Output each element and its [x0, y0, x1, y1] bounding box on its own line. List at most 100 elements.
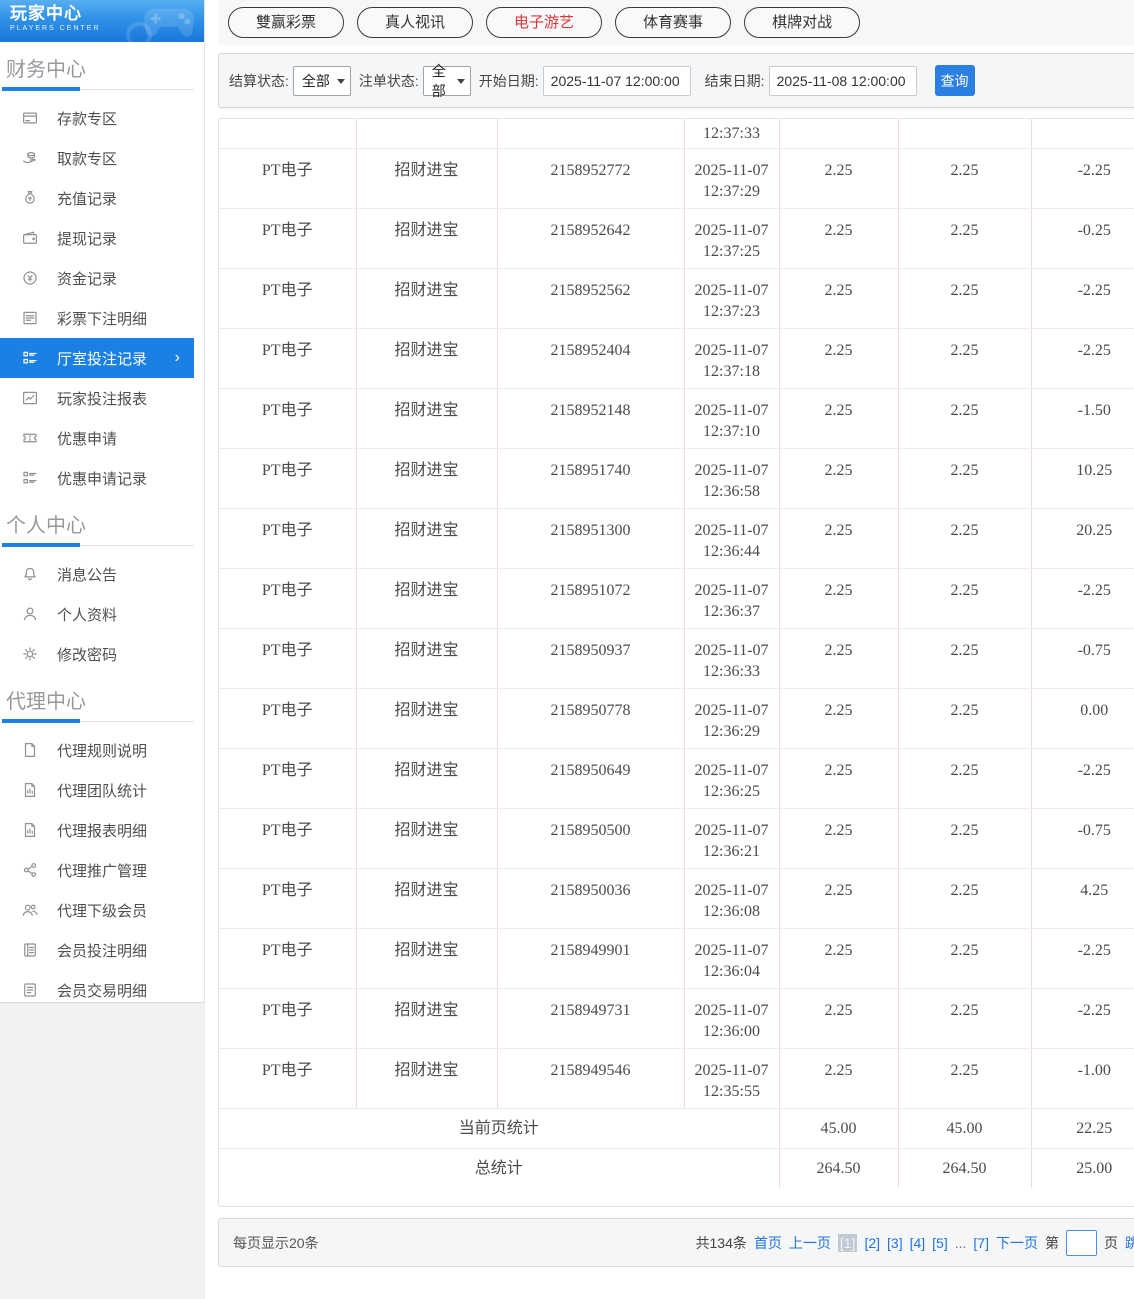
valid-bet-cell: 2.25: [898, 868, 1032, 929]
jump-prefix-label: 第: [1045, 1234, 1059, 1251]
doc-list2-icon: [21, 981, 41, 999]
sidebar-item-label: 资金记录: [57, 270, 118, 288]
sidebar-item-lottery-bet-details[interactable]: 彩票下注明细: [0, 298, 194, 338]
first-page-link[interactable]: 首页: [754, 1233, 782, 1253]
sidebar-item-funds-records[interactable]: 资金记录: [0, 258, 194, 298]
tab-live-casino[interactable]: 真人视讯: [357, 7, 474, 38]
game-name-cell: 招财进宝: [356, 568, 498, 629]
sidebar-item-label: 代理规则说明: [57, 742, 148, 760]
sidebar: 玩家中心 PLAYERS CENTER 财务中心 存款专区 取款专区 充值记录 提现记录…: [0, 0, 205, 1299]
sidebar-item-hall-bet-records[interactable]: 厅室投注记录 ›: [0, 338, 194, 378]
tab-electronic-games[interactable]: 电子游艺: [486, 7, 603, 38]
bet-time: 12:35:55: [703, 1082, 760, 1100]
game-type-cell: PT电子: [219, 748, 357, 809]
report-chart-icon: [21, 781, 41, 799]
chevron-down-icon: [336, 78, 345, 84]
sidebar-item-profile[interactable]: 个人资料: [0, 594, 194, 634]
sidebar-section: 财务中心 存款专区 取款专区 充值记录 提现记录 资金记录 彩票下注明细 厅室投注记录 › 玩家投…: [0, 56, 204, 498]
sidebar-item-promo-application[interactable]: 优惠申请: [0, 418, 194, 458]
bet-time-cell: 2025-11-07 12:37:18: [684, 328, 780, 389]
game-name-cell: 招财进宝: [356, 808, 498, 869]
order-no-cell: 2158949901: [497, 928, 685, 989]
sidebar-item-agent-team-stats[interactable]: 代理团队统计: [0, 770, 194, 810]
section-title: 代理中心: [6, 691, 86, 713]
bet-time-cell: 2025-11-07 12:37:29: [684, 148, 780, 209]
sidebar-item-withdrawal-records[interactable]: 提现记录: [0, 218, 194, 258]
page-link-4[interactable]: [4]: [910, 1235, 926, 1251]
sidebar-item-change-password[interactable]: 修改密码: [0, 634, 194, 674]
page-size-label: 每页显示20条: [233, 1234, 319, 1251]
page-link-3[interactable]: [3]: [887, 1235, 903, 1251]
game-type-cell: PT电子: [219, 328, 357, 389]
table-row: PT电子 招财进宝 2158952148 2025-11-07 12:37:10 2.25…: [219, 388, 1134, 449]
summary-valid-cell: 45.00: [898, 1108, 1032, 1149]
table-row: PT电子 招财进宝 2158952404 2025-11-07 12:37:18 2.25…: [219, 328, 1134, 389]
end-date-input[interactable]: [768, 65, 917, 96]
sidebar-item-member-transaction-details[interactable]: 会员交易明细: [0, 970, 194, 1010]
jump-page-input[interactable]: [1066, 1229, 1097, 1256]
tab-sports[interactable]: 体育赛事: [615, 7, 732, 38]
game-name-cell: 招财进宝: [356, 628, 498, 689]
card-icon: [21, 109, 41, 127]
next-page-link[interactable]: 下一页: [996, 1233, 1038, 1253]
section-underline: [2, 86, 194, 91]
win-loss-cell: -0.25: [1031, 208, 1134, 269]
sidebar-item-announcements[interactable]: 消息公告: [0, 554, 194, 594]
chevron-down-icon: [456, 78, 465, 84]
sidebar-item-agent-report-details[interactable]: 代理报表明细: [0, 810, 194, 850]
bet-time: 12:36:58: [703, 482, 760, 500]
tab-lottery[interactable]: 雙赢彩票: [228, 7, 345, 38]
filter-bar: 结算状态: 全部 注单状态: 全部 开始日期: 结束日期: 查询: [218, 53, 1134, 108]
valid-bet-cell: 2.25: [898, 928, 1032, 989]
list-check-icon: [21, 469, 41, 487]
bet-amount-cell: 2.25: [779, 988, 899, 1049]
search-button[interactable]: 查询: [934, 65, 975, 96]
prev-page-link[interactable]: 上一页: [789, 1233, 831, 1253]
bet-amount-cell: 2.25: [779, 808, 899, 869]
bet-amount-cell: [779, 119, 899, 149]
settle-status-select[interactable]: 全部: [292, 65, 351, 96]
win-loss-cell: -1.50: [1031, 388, 1134, 449]
summary-winloss-cell: 25.00: [1076, 1159, 1113, 1177]
valid-bet-cell: 2.25: [898, 568, 1032, 629]
win-loss-cell: -2.25: [1031, 928, 1134, 989]
sidebar-item-label: 取款专区: [57, 150, 118, 168]
sidebar-item-deposit-zone[interactable]: 存款专区: [0, 98, 194, 138]
tab-board-games[interactable]: 棋牌对战: [744, 7, 861, 38]
table-row: PT电子 招财进宝 2158950937 2025-11-07 12:36:33 2.25…: [219, 628, 1134, 689]
win-loss-cell: -2.25: [1031, 328, 1134, 389]
jump-go-link[interactable]: 跳: [1125, 1233, 1134, 1253]
bet-time-cell: 2025-11-07 12:36:29: [684, 688, 780, 749]
page-link-7[interactable]: [7]: [973, 1235, 989, 1251]
order-no-cell: 2158950778: [497, 688, 685, 749]
bet-records-table-panel: 12:37:33 PT电子 招财进宝 2158952772 2025-11-07 12:3…: [218, 118, 1134, 1207]
sidebar-item-agent-rules[interactable]: 代理规则说明: [0, 730, 194, 770]
order-no-cell: 2158951740: [497, 448, 685, 509]
bet-date: 2025-11-07: [694, 161, 769, 179]
order-no-cell: 2158950937: [497, 628, 685, 689]
sidebar-item-label: 充值记录: [57, 190, 118, 208]
page-link-5[interactable]: [5]: [932, 1235, 948, 1251]
sidebar-item-agent-sub-members[interactable]: 代理下级会员: [0, 890, 194, 930]
sidebar-item-player-bet-report[interactable]: 玩家投注报表: [0, 378, 194, 418]
game-type-cell: PT电子: [219, 148, 357, 209]
page-link-1[interactable]: [1]: [837, 1233, 858, 1252]
sidebar-item-promo-application-records[interactable]: 优惠申请记录: [0, 458, 194, 498]
sidebar-item-agent-promotion[interactable]: 代理推广管理: [0, 850, 194, 890]
start-date-input[interactable]: [542, 65, 691, 96]
sidebar-item-recharge-records[interactable]: 充值记录: [0, 178, 194, 218]
document-icon: [21, 741, 41, 759]
ticket-icon: [21, 429, 41, 447]
game-name-cell: 招财进宝: [356, 148, 498, 209]
chevron-right-icon: ›: [174, 349, 180, 366]
game-name-cell: 招财进宝: [356, 1048, 498, 1109]
page-link-2[interactable]: [2]: [864, 1235, 880, 1251]
table-row: PT电子 招财进宝 2158952772 2025-11-07 12:37:29 2.25…: [219, 148, 1134, 209]
summary-row-page: 当前页统计 45.00 45.00 22.25: [219, 1108, 1134, 1149]
order-status-select[interactable]: 全部: [422, 63, 471, 99]
sidebar-item-member-bet-details[interactable]: 会员投注明细: [0, 930, 194, 970]
sidebar-item-label: 代理推广管理: [57, 862, 148, 880]
section-title: 个人中心: [6, 515, 86, 537]
sidebar-item-withdrawal-zone[interactable]: 取款专区: [0, 138, 194, 178]
sidebar-item-label: 消息公告: [57, 566, 118, 584]
